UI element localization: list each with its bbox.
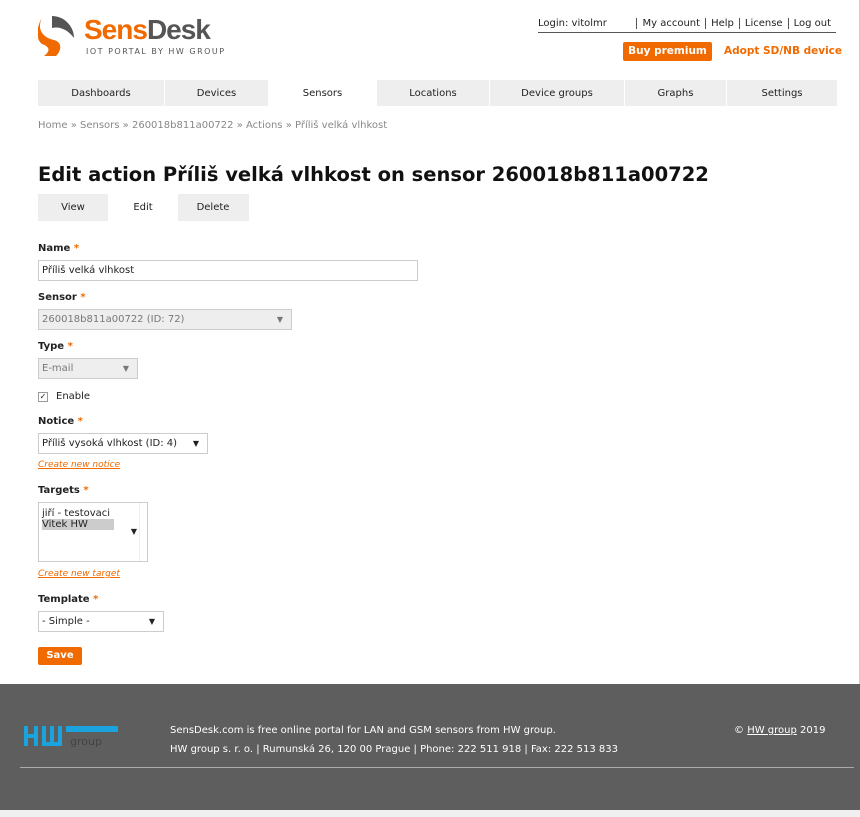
logout-link[interactable]: Log out [787, 18, 836, 29]
footer: group SensDesk.com is free online portal… [0, 684, 860, 810]
target-option[interactable]: jiří - testovaci [42, 508, 144, 519]
page-title: Edit action Příliš velká vlhkost on sens… [38, 163, 709, 186]
targets-multiselect[interactable]: jiří - testovaci Vitek HW ▼ [38, 502, 148, 562]
sensor-select[interactable]: 260018b811a00722 (ID: 72) ▼ [38, 309, 292, 330]
login-text: Login: vitolmr [538, 18, 607, 29]
scrollbar[interactable] [139, 503, 147, 561]
sensor-label: Sensor * [38, 292, 86, 303]
sensdesk-logo-icon [38, 16, 74, 56]
action-tabs: View Edit Delete [38, 194, 249, 221]
nav-settings[interactable]: Settings [727, 80, 837, 106]
footer-description: SensDesk.com is free online portal for L… [170, 725, 556, 736]
template-select[interactable]: - Simple - ▼ [38, 611, 164, 632]
name-input[interactable]: Příliš velká vlhkost [38, 260, 418, 281]
template-label: Template * [38, 594, 99, 605]
target-option-selected[interactable]: Vitek HW [42, 519, 114, 530]
chevron-down-icon: ▼ [148, 617, 155, 626]
brand-name[interactable]: SensDesk [84, 14, 211, 46]
help-link[interactable]: Help [705, 18, 739, 29]
hw-group-logo-icon: group [24, 726, 118, 748]
create-notice-link[interactable]: Create new notice [38, 460, 120, 470]
nav-graphs[interactable]: Graphs [625, 80, 727, 106]
name-label: Name * [38, 243, 80, 254]
targets-label: Targets * [38, 485, 89, 496]
breadcrumb[interactable]: Home » Sensors » 260018b811a00722 » Acti… [38, 120, 387, 131]
enable-label: Enable [56, 391, 91, 402]
nav-dashboards[interactable]: Dashboards [38, 80, 165, 106]
enable-field: ✓ Enable [38, 391, 90, 402]
brand-tagline: IOT PORTAL BY HW GROUP [86, 47, 226, 56]
bottom-strip [0, 810, 860, 817]
footer-copyright: © HW group 2019 [734, 725, 826, 736]
nav-device-groups[interactable]: Device groups [490, 80, 625, 106]
enable-checkbox[interactable]: ✓ [38, 391, 48, 402]
buy-premium-button[interactable]: Buy premium [623, 42, 712, 61]
tab-delete[interactable]: Delete [178, 194, 248, 221]
chevron-down-icon: ▼ [130, 527, 137, 536]
chevron-down-icon: ▼ [192, 439, 199, 448]
notice-label: Notice * [38, 416, 83, 427]
create-target-link[interactable]: Create new target [38, 569, 120, 579]
license-link[interactable]: License [738, 18, 788, 29]
type-label: Type * [38, 341, 73, 352]
notice-select[interactable]: Příliš vysoká vlhkost (ID: 4) ▼ [38, 433, 208, 454]
footer-divider [20, 767, 854, 768]
nav-devices[interactable]: Devices [165, 80, 269, 106]
svg-text:group: group [70, 735, 102, 748]
main-nav: Dashboards Devices Sensors Locations Dev… [38, 80, 837, 106]
my-account-link[interactable]: My account [636, 18, 705, 29]
adopt-device-link[interactable]: Adopt SD/NB device [724, 45, 842, 57]
hw-group-link[interactable]: HW group [747, 725, 797, 736]
tab-view[interactable]: View [38, 194, 108, 221]
user-links: Login: vitolmr My account Help License L… [538, 18, 836, 33]
chevron-down-icon: ▼ [122, 364, 129, 373]
nav-sensors[interactable]: Sensors [269, 80, 377, 106]
chevron-down-icon: ▼ [276, 315, 283, 324]
type-select[interactable]: E-mail ▼ [38, 358, 138, 379]
nav-locations[interactable]: Locations [377, 80, 490, 106]
footer-address: HW group s. r. o. | Rumunská 26, 120 00 … [170, 744, 618, 755]
save-button[interactable]: Save [38, 647, 82, 665]
tab-edit[interactable]: Edit [108, 194, 178, 221]
